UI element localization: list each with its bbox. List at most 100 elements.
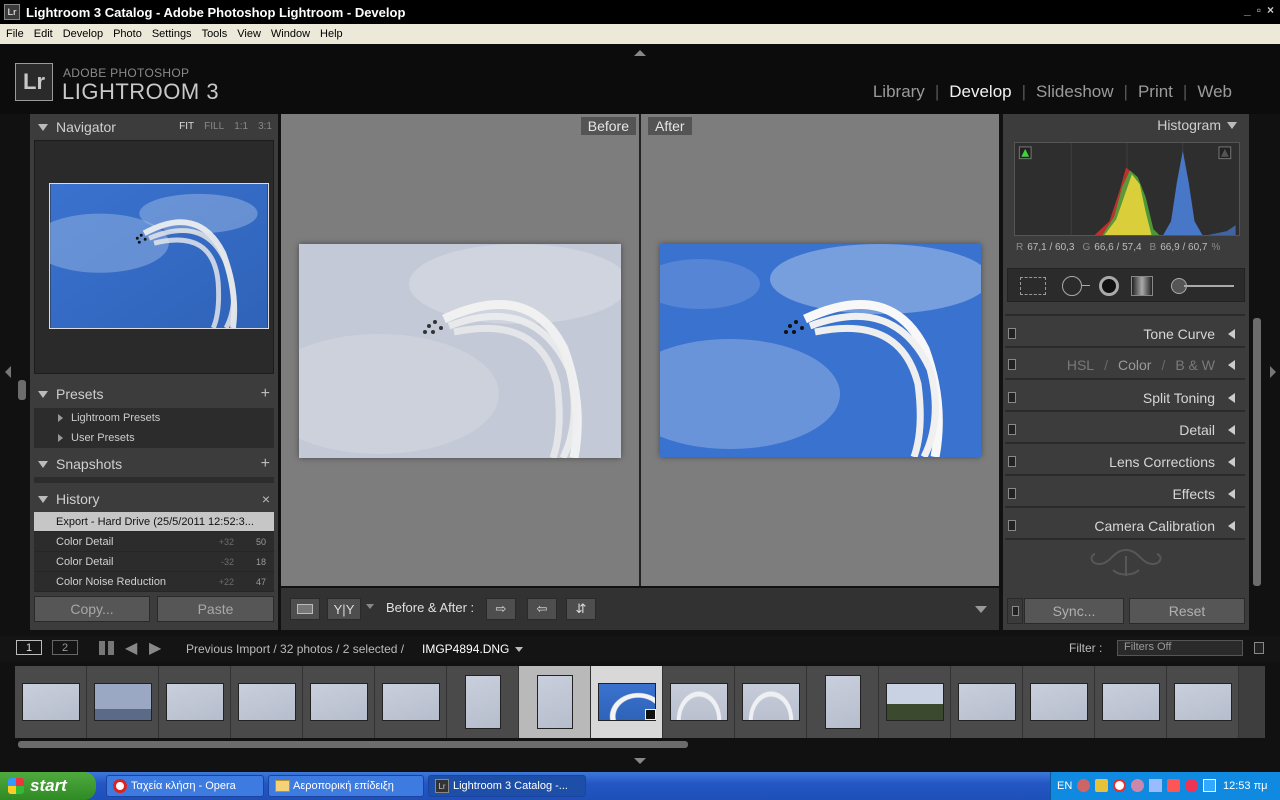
language-indicator[interactable]: EN: [1057, 780, 1072, 792]
menu-window[interactable]: Window: [267, 28, 314, 40]
panel-switch-icon[interactable]: [1008, 488, 1016, 499]
filmstrip-source[interactable]: Previous Import / 32 photos / 2 selected…: [186, 642, 404, 656]
zoom-fill[interactable]: FILL: [204, 121, 224, 132]
tray-back-icon[interactable]: [1077, 779, 1090, 792]
panel-switch-icon[interactable]: [1008, 392, 1016, 403]
before-photo[interactable]: [299, 244, 621, 458]
filmstrip-thumbnail[interactable]: [15, 666, 87, 738]
module-print[interactable]: Print: [1128, 82, 1183, 102]
collapse-left-panel-icon[interactable]: [5, 366, 11, 378]
monitor-icon[interactable]: [1203, 779, 1216, 792]
collapse-right-panel-icon[interactable]: [1270, 366, 1276, 378]
menu-help[interactable]: Help: [316, 28, 347, 40]
filmstrip-thumbnail[interactable]: [159, 666, 231, 738]
module-develop[interactable]: Develop: [939, 82, 1021, 102]
red-eye-icon[interactable]: [1099, 276, 1119, 296]
section-effects[interactable]: Effects: [1005, 482, 1245, 506]
filmstrip-thumbnail[interactable]: [591, 666, 663, 738]
toolbar-content-dropdown-icon[interactable]: [975, 606, 987, 613]
security-icon[interactable]: [1185, 779, 1198, 792]
filmstrip-thumbnail[interactable]: [1095, 666, 1167, 738]
module-slideshow[interactable]: Slideshow: [1026, 82, 1124, 102]
filmstrip-scrollbar[interactable]: [18, 741, 688, 748]
clear-history-icon[interactable]: ×: [262, 491, 270, 507]
module-library[interactable]: Library: [863, 82, 935, 102]
alert-icon[interactable]: [1167, 779, 1180, 792]
gradient-icon[interactable]: [1131, 276, 1153, 296]
panel-switch-icon[interactable]: [1008, 328, 1016, 339]
panel-switch-icon[interactable]: [1008, 424, 1016, 435]
section-lens-corrections[interactable]: Lens Corrections: [1005, 450, 1245, 474]
snapshots-header[interactable]: Snapshots +: [30, 451, 278, 477]
view-dropdown-icon[interactable]: [366, 604, 374, 609]
tab-color[interactable]: Color: [1118, 357, 1151, 373]
filmstrip-thumbnail[interactable]: [735, 666, 807, 738]
section-hsl-color-bw[interactable]: HSL / Color / B & W: [1005, 353, 1245, 377]
shield-icon[interactable]: [1095, 779, 1108, 792]
tab-hsl[interactable]: HSL: [1067, 357, 1094, 373]
preset-folder-user[interactable]: User Presets: [34, 428, 274, 448]
menu-file[interactable]: File: [2, 28, 28, 40]
start-button[interactable]: start: [0, 772, 96, 800]
copy-before-to-after-button[interactable]: ⇨: [486, 598, 516, 620]
tab-bw[interactable]: B & W: [1175, 357, 1215, 373]
zoom-fit[interactable]: FIT: [179, 121, 194, 132]
taskbar-item-lightroom[interactable]: Lr Lightroom 3 Catalog -...: [428, 775, 586, 797]
navigator-thumbnail[interactable]: [49, 183, 269, 329]
history-header[interactable]: History ×: [30, 486, 278, 512]
add-snapshot-icon[interactable]: +: [261, 455, 270, 473]
filmstrip-thumbnail[interactable]: [879, 666, 951, 738]
collapse-top-panel-icon[interactable]: [634, 50, 646, 56]
panel-switch-icon[interactable]: [1008, 520, 1016, 531]
network-icon[interactable]: [1149, 779, 1162, 792]
menu-settings[interactable]: Settings: [148, 28, 196, 40]
arrow-right-icon[interactable]: ▶: [149, 638, 161, 658]
menu-tools[interactable]: Tools: [198, 28, 232, 40]
menu-photo[interactable]: Photo: [109, 28, 146, 40]
zoom-3-1[interactable]: 3:1: [258, 121, 272, 132]
history-item[interactable]: Export - Hard Drive (25/5/2011 12:52:3..…: [34, 512, 274, 532]
menu-view[interactable]: View: [233, 28, 265, 40]
sync-button[interactable]: Sync...: [1024, 598, 1124, 624]
filter-select[interactable]: Filters Off: [1117, 640, 1243, 656]
filter-lock-icon[interactable]: [1254, 642, 1264, 654]
filmstrip-thumbnail[interactable]: [375, 666, 447, 738]
add-preset-icon[interactable]: +: [261, 385, 270, 403]
filmstrip-thumbnail[interactable]: [447, 666, 519, 738]
filmstrip-thumbnail[interactable]: [663, 666, 735, 738]
crop-icon[interactable]: [1020, 277, 1046, 295]
source-dropdown-icon[interactable]: [515, 647, 523, 652]
history-item[interactable]: Color Detail +32 50: [34, 532, 274, 552]
opera-tray-icon[interactable]: [1113, 779, 1126, 792]
menu-edit[interactable]: Edit: [30, 28, 57, 40]
minimize-button[interactable]: _: [1244, 3, 1251, 17]
clock[interactable]: 12:53 πμ: [1223, 780, 1268, 792]
grid-icon[interactable]: [99, 641, 115, 655]
sync-switch[interactable]: [1007, 598, 1023, 624]
collapse-filmstrip-icon[interactable]: [634, 758, 646, 764]
zoom-1-1[interactable]: 1:1: [234, 121, 248, 132]
close-button[interactable]: ×: [1267, 3, 1274, 17]
filmstrip-thumbnail[interactable]: [951, 666, 1023, 738]
section-camera-calibration[interactable]: Camera Calibration: [1005, 514, 1245, 538]
main-window-button[interactable]: 1: [16, 640, 42, 655]
taskbar-item-folder[interactable]: Αεροπορική επίδειξη: [268, 775, 424, 797]
loupe-view-button[interactable]: [290, 598, 320, 620]
panel-switch-icon[interactable]: [1008, 359, 1016, 370]
paste-button[interactable]: Paste: [157, 596, 274, 622]
taskbar-item-opera[interactable]: Ταχεία κλήση - Opera: [106, 775, 264, 797]
copy-after-to-before-button[interactable]: ⇦: [527, 598, 557, 620]
navigator-header[interactable]: Navigator FIT FILL 1:1 3:1: [30, 114, 278, 140]
filmstrip-thumbnail[interactable]: [807, 666, 879, 738]
second-window-button[interactable]: 2: [52, 640, 78, 655]
filmstrip-thumbnail[interactable]: [231, 666, 303, 738]
filmstrip-thumbnail[interactable]: [303, 666, 375, 738]
filmstrip-thumbnail[interactable]: [519, 666, 591, 738]
histogram-header[interactable]: Histogram: [1157, 117, 1237, 133]
reset-button[interactable]: Reset: [1129, 598, 1245, 624]
panel-switch-icon[interactable]: [1008, 456, 1016, 467]
filmstrip-thumbnail[interactable]: [1023, 666, 1095, 738]
section-split-toning[interactable]: Split Toning: [1005, 386, 1245, 410]
presets-header[interactable]: Presets +: [30, 381, 278, 407]
spot-removal-icon[interactable]: [1062, 276, 1082, 296]
